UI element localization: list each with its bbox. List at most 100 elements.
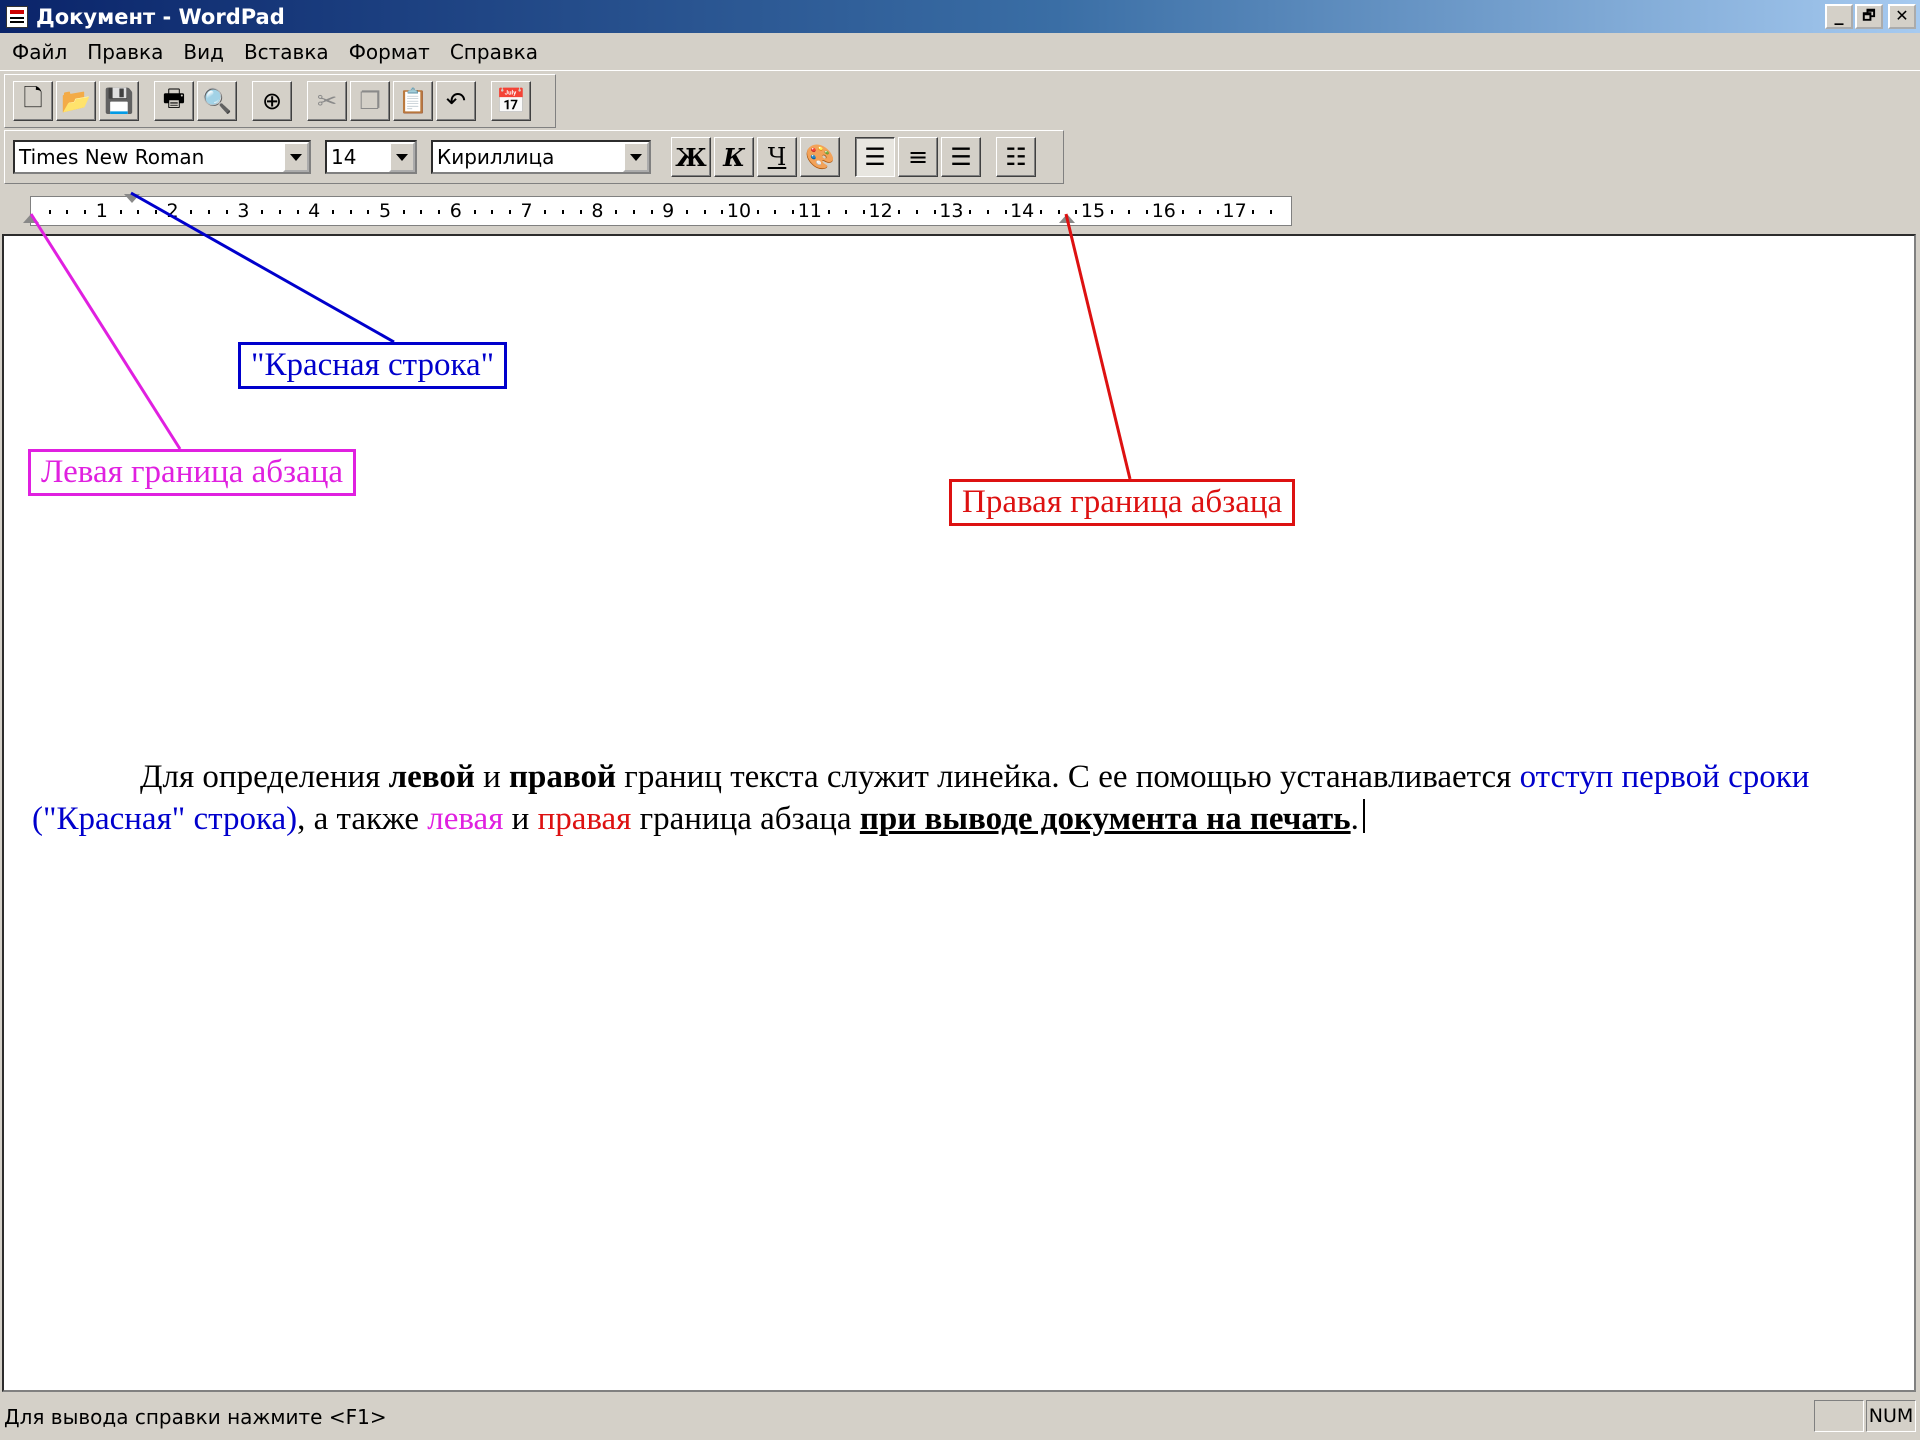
ruler-tick (1252, 210, 1255, 214)
ruler-tick (48, 210, 51, 214)
open-folder-icon[interactable]: 📂 (56, 81, 96, 121)
wordpad-app-icon[interactable] (6, 5, 28, 28)
insert-date-icon[interactable]: 📅 (491, 81, 531, 121)
cut-icon[interactable]: ✂ (307, 81, 347, 121)
ruler-tick (402, 210, 405, 214)
find-icon[interactable]: ⊕ (252, 81, 292, 121)
ruler-tick (544, 210, 547, 214)
ruler-number: 15 (1080, 200, 1106, 222)
text-run: . (1350, 801, 1359, 837)
color-palette-icon[interactable]: 🎨 (800, 137, 840, 177)
font-size-select[interactable]: 14 (325, 140, 417, 174)
ruler-number: 17 (1222, 200, 1247, 222)
menu-view[interactable]: Вид (173, 40, 234, 64)
status-num-indicator: NUM (1866, 1400, 1916, 1432)
chevron-down-icon[interactable] (283, 142, 309, 172)
ruler-tick (84, 210, 87, 214)
ruler-number: 8 (591, 200, 604, 222)
ruler-tick (137, 210, 140, 214)
ruler-tick (703, 210, 706, 214)
text-cursor (1362, 799, 1365, 833)
ruler-tick (562, 210, 564, 214)
undo-icon[interactable]: ↶ (436, 81, 476, 121)
callout-right-indent: Правая граница абзаца (949, 479, 1296, 526)
ruler-tick (119, 210, 122, 214)
ruler-tick (721, 210, 724, 214)
menu-edit[interactable]: Правка (77, 40, 173, 64)
font-name-select[interactable]: Times New Roman (13, 140, 311, 174)
ruler-tick (632, 210, 635, 214)
align-center-icon[interactable]: ≡ (898, 137, 938, 177)
new-document-icon[interactable]: 🗋 (13, 81, 53, 121)
status-help-text: Для вывода справки нажмите <F1> (4, 1405, 387, 1429)
first-line-indent-marker[interactable] (124, 194, 140, 203)
ruler-tick (845, 210, 848, 214)
chevron-down-icon[interactable] (389, 142, 415, 172)
ruler-tick (225, 210, 228, 214)
menu-format[interactable]: Формат (339, 40, 440, 64)
restore-button[interactable]: 🗗 (1855, 4, 1883, 29)
ruler-tick (862, 210, 865, 214)
print-preview-icon[interactable]: 🔍 (197, 81, 237, 121)
ruler-number: 10 (726, 200, 752, 222)
script-select[interactable]: Кириллица (431, 140, 651, 174)
align-right-icon[interactable]: ☰ (941, 137, 981, 177)
minimize-button[interactable]: _ (1825, 4, 1853, 29)
close-button[interactable]: ✕ (1888, 4, 1916, 29)
ruler-tick (473, 210, 476, 214)
ruler-tick (190, 210, 193, 214)
italic-button[interactable]: К (714, 137, 754, 177)
ruler-number: 14 (1010, 200, 1035, 222)
ruler-tick (969, 210, 972, 214)
text-run: Для определения (140, 759, 389, 795)
format-toolbar: Times New Roman 14 Кириллица Ж К Ч 🎨 ☰ ≡… (4, 130, 1064, 184)
ruler-tick (349, 210, 352, 214)
text-run: и (503, 801, 538, 837)
ruler-tick (774, 210, 777, 214)
ruler-tick (1039, 210, 1042, 214)
ruler-number: 4 (308, 200, 321, 222)
copy-icon[interactable]: ❐ (350, 81, 390, 121)
menu-file[interactable]: Файл (2, 40, 77, 64)
underline-button[interactable]: Ч (757, 137, 797, 177)
menu-help[interactable]: Справка (440, 40, 548, 64)
document-paragraph[interactable]: Для определения левой и правой границ те… (32, 756, 1852, 840)
ruler-number: 7 (520, 200, 533, 222)
left-indent-marker[interactable] (23, 214, 39, 223)
document-area[interactable]: Для определения левой и правой границ те… (2, 234, 1916, 1392)
ruler-tick (986, 210, 989, 214)
text-red-run: правая (537, 801, 632, 837)
standard-toolbar: 🗋 📂 💾 🖶 🔍 ⊕ ✂ ❐ 📋 ↶ 📅 (4, 74, 556, 128)
status-cell-empty (1814, 1400, 1864, 1432)
title-bar: Документ - WordPad _ 🗗 ✕ (0, 0, 1920, 33)
ruler-tick (650, 210, 653, 214)
ruler[interactable]: 1 2 3 4 5 6 7 8 9 10 11 12 13 14 15 16 17 (23, 194, 1292, 226)
save-icon[interactable]: 💾 (99, 81, 139, 121)
ruler-tick (1110, 210, 1113, 214)
ruler-tick (792, 210, 795, 214)
ruler-tick (154, 210, 157, 214)
ruler-tick (1216, 210, 1219, 214)
bullets-icon[interactable]: ☷ (996, 137, 1036, 177)
text-pink-run: левая (427, 801, 504, 837)
right-indent-marker[interactable] (1059, 214, 1075, 223)
ruler-tick (278, 210, 281, 214)
ruler-tick (1075, 210, 1078, 214)
menu-insert[interactable]: Вставка (234, 40, 339, 64)
text-run: границ текста служит линейка. С ее помощ… (616, 759, 1520, 795)
print-icon[interactable]: 🖶 (154, 81, 194, 121)
bold-button[interactable]: Ж (671, 137, 711, 177)
window-controls: _ 🗗 ✕ (1825, 4, 1916, 29)
ruler-number: 16 (1151, 200, 1176, 222)
callout-left-indent: Левая граница абзаца (28, 449, 357, 496)
ruler-tick (1270, 210, 1272, 214)
paste-icon[interactable]: 📋 (393, 81, 433, 121)
ruler-number: 12 (868, 200, 893, 222)
ruler-tick (827, 210, 830, 214)
align-left-icon[interactable]: ☰ (855, 137, 895, 177)
text-bold-underline-run: при выводе документа на печать (859, 801, 1351, 837)
menu-bar: Файл Правка Вид Вставка Формат Справка (0, 33, 1920, 71)
chevron-down-icon[interactable] (623, 142, 649, 172)
status-bar: Для вывода справки нажмите <F1> NUM (0, 1394, 1920, 1440)
ruler-tick (579, 210, 582, 214)
